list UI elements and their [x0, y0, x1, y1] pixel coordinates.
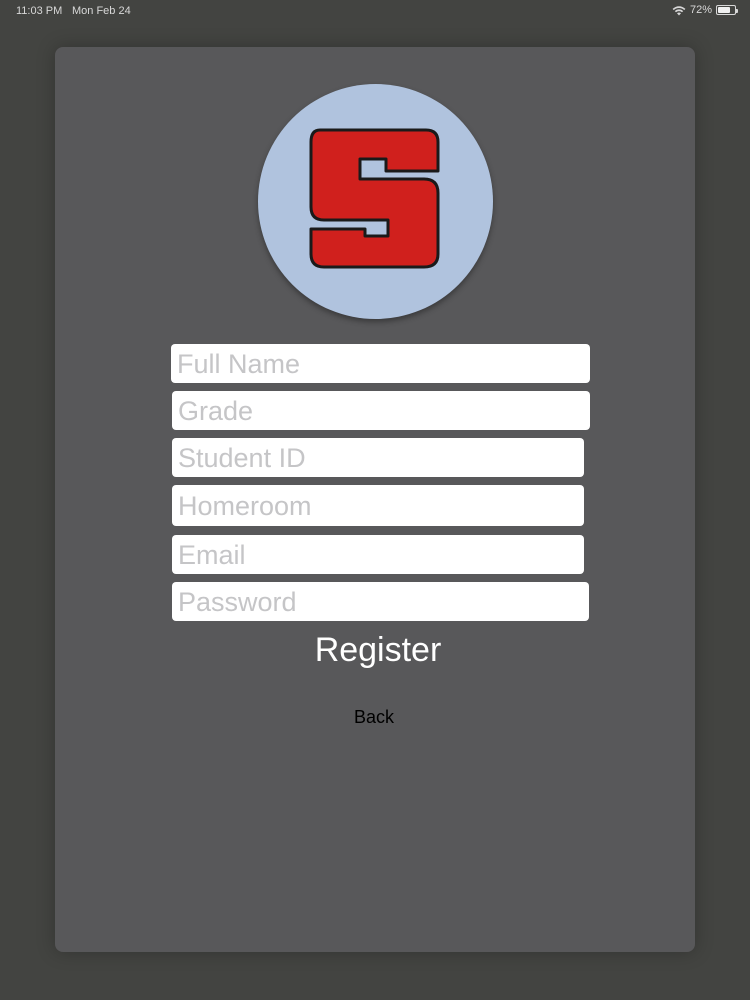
register-button[interactable]: Register [250, 628, 506, 672]
school-logo [258, 84, 493, 319]
student-id-input[interactable] [172, 438, 584, 477]
status-bar: 11:03 PM Mon Feb 24 72% [0, 0, 750, 22]
homeroom-input[interactable] [172, 485, 584, 526]
password-input[interactable] [172, 582, 589, 621]
wifi-icon [672, 5, 686, 16]
email-input[interactable] [172, 535, 584, 574]
status-time: 11:03 PM [16, 5, 63, 17]
battery-level [718, 7, 730, 13]
battery-percent: 72% [689, 4, 712, 16]
full-name-input[interactable] [171, 344, 590, 383]
grade-input[interactable] [172, 391, 590, 430]
status-date: Mon Feb 24 [72, 5, 131, 17]
back-button[interactable]: Back [324, 705, 424, 729]
block-s-icon [309, 128, 440, 269]
battery-icon [716, 5, 738, 15]
status-indicators: 72% [672, 4, 738, 16]
